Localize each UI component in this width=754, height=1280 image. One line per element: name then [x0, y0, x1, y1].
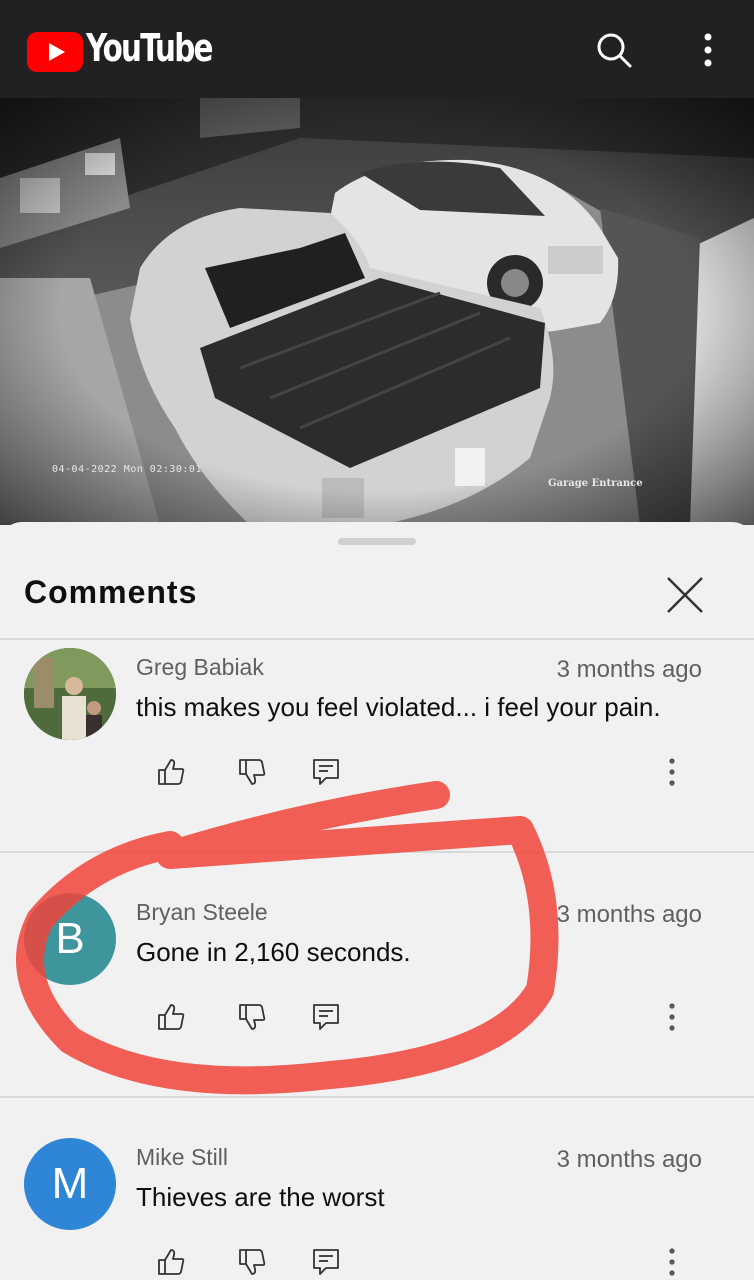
app-bar: YouTube — [0, 0, 754, 98]
comment-time: 3 months ago — [556, 1146, 702, 1173]
search-icon — [597, 33, 632, 68]
avatar[interactable] — [24, 648, 116, 740]
divider — [0, 1096, 754, 1098]
comment-more-icon[interactable] — [656, 1001, 688, 1033]
comment-author[interactable]: Mike Still — [136, 1144, 228, 1171]
comments-sheet: Comments Greg Babiak 3 months ago this m… — [0, 522, 754, 1280]
youtube-logo-icon[interactable] — [27, 32, 83, 72]
comment-item: B Bryan Steele 3 months ago Gone in 2,16… — [0, 889, 754, 1099]
comment-item: M Mike Still 3 months ago Thieves are th… — [0, 1134, 754, 1280]
comment-text: Gone in 2,160 seconds. — [136, 937, 411, 967]
youtube-logo-text[interactable]: YouTube — [86, 26, 214, 70]
comments-title: Comments — [24, 574, 198, 610]
comment-text: this makes you feel violated... i feel y… — [136, 692, 661, 722]
reply-icon[interactable] — [310, 1246, 342, 1278]
comment-author[interactable]: Bryan Steele — [136, 899, 268, 926]
dislike-icon[interactable] — [236, 1246, 268, 1278]
divider — [0, 638, 754, 640]
comment-time: 3 months ago — [556, 901, 702, 928]
video-player[interactable] — [0, 98, 754, 525]
dislike-icon[interactable] — [236, 756, 268, 788]
like-icon[interactable] — [155, 1001, 187, 1033]
divider — [0, 851, 754, 853]
video-timestamp-overlay: 04-04-2022 Mon 02:30:01 — [52, 464, 202, 475]
more-vertical-icon — [704, 33, 712, 67]
avatar[interactable]: B — [24, 893, 116, 985]
avatar-letter: M — [51, 1159, 89, 1208]
avatar[interactable]: M — [24, 1138, 116, 1230]
drag-handle[interactable] — [338, 538, 416, 545]
like-icon[interactable] — [155, 756, 187, 788]
comment-item: Greg Babiak 3 months ago this makes you … — [0, 644, 754, 854]
like-icon[interactable] — [155, 1246, 187, 1278]
avatar-letter: B — [55, 914, 85, 963]
search-button[interactable] — [592, 28, 636, 72]
comment-author[interactable]: Greg Babiak — [136, 654, 264, 681]
reply-icon[interactable] — [310, 1001, 342, 1033]
comment-more-icon[interactable] — [656, 1246, 688, 1278]
reply-icon[interactable] — [310, 756, 342, 788]
dislike-icon[interactable] — [236, 1001, 268, 1033]
comment-text: Thieves are the worst — [136, 1182, 385, 1212]
video-frame — [0, 98, 754, 525]
comment-more-icon[interactable] — [656, 756, 688, 788]
comment-time: 3 months ago — [556, 656, 702, 683]
more-options-button[interactable] — [686, 28, 730, 72]
camera-label-overlay: Garage Entrance — [548, 478, 643, 489]
close-icon[interactable] — [662, 572, 708, 618]
avatar-photo — [24, 648, 116, 740]
